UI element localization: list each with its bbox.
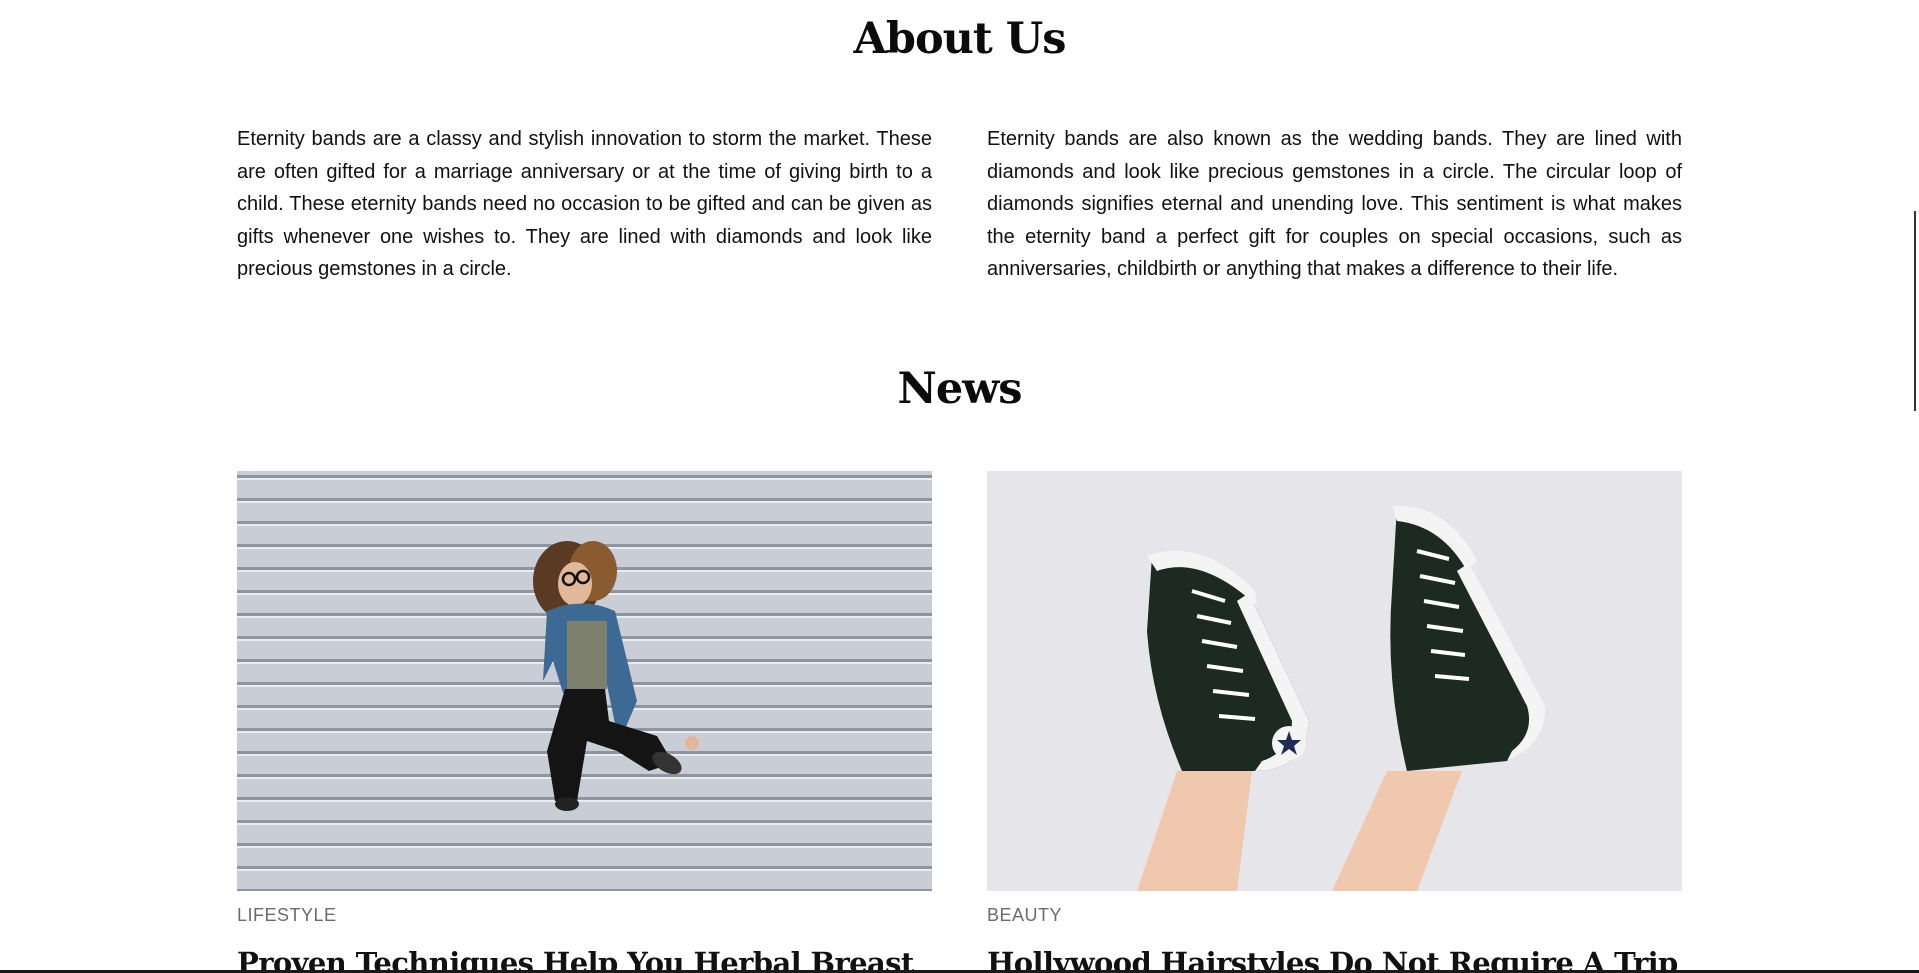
scrollbar-thumb[interactable] (1914, 211, 1916, 411)
about-title: About Us (853, 14, 1067, 64)
news-title: News (897, 364, 1023, 414)
about-text-left: Eternity bands are a classy and stylish … (237, 128, 932, 280)
news-card[interactable]: LIFESTYLE Proven Techniques Help You Her… (237, 471, 932, 973)
news-image-woman-jumping[interactable] (237, 471, 932, 891)
news-headline[interactable]: Proven Techniques Help You Herbal Breast (237, 946, 932, 973)
page: About Us Eternity bands are a classy and… (0, 0, 1919, 973)
news-image-sneakers[interactable] (987, 471, 1682, 891)
about-text-right: Eternity bands are also known as the wed… (987, 128, 1682, 280)
news-card[interactable]: BEAUTY Hollywood Hairstyles Do Not Requi… (987, 471, 1682, 973)
news-category[interactable]: BEAUTY (987, 905, 1682, 926)
news-category[interactable]: LIFESTYLE (237, 905, 932, 926)
news-headline[interactable]: Hollywood Hairstyles Do Not Require A Tr… (987, 946, 1682, 973)
